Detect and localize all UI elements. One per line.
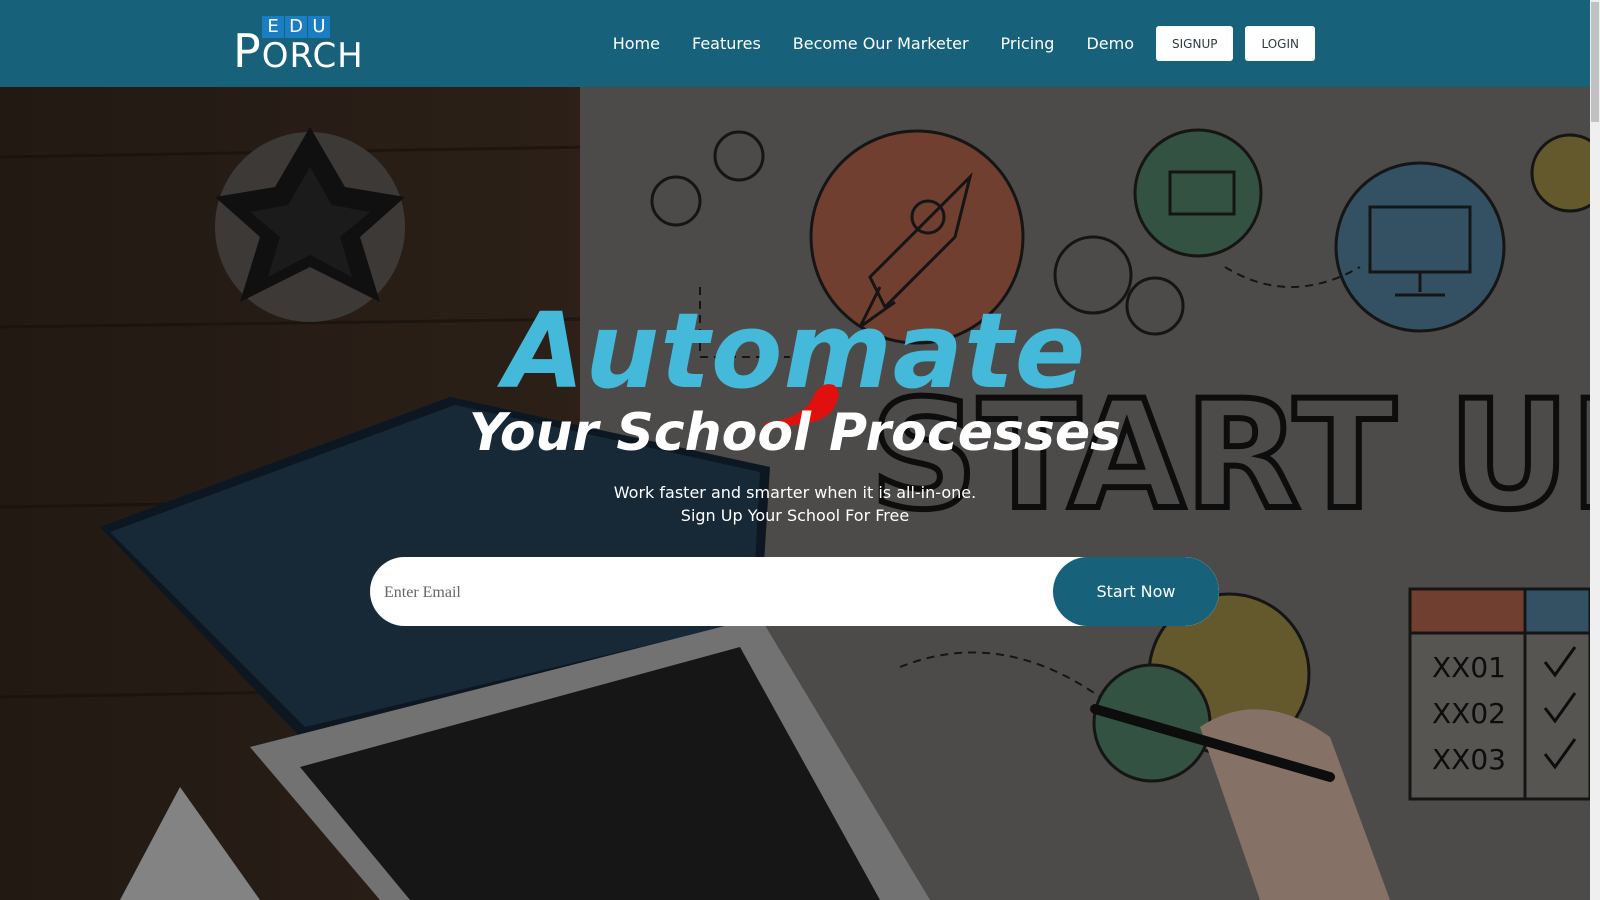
nav-pricing-link[interactable]: Pricing [1001,34,1055,53]
top-navigation-bar: E D U PORCH Home Features Become Our Mar… [0,0,1590,87]
edu-porch-logo[interactable]: E D U PORCH [233,16,363,78]
signup-button[interactable]: SIGNUP [1156,26,1234,61]
email-input[interactable] [382,557,1036,626]
hero-section: START UP XX01 XX02 XX03 [0,87,1590,900]
start-now-button[interactable]: Start Now [1053,557,1219,626]
scrollbar-thumb[interactable] [1591,2,1599,122]
logo-porch-text: PORCH [233,24,364,78]
nav-become-marketer-link[interactable]: Become Our Marketer [793,34,969,53]
hero-subtitle-line-2: Sign Up Your School For Free [680,506,910,525]
nav-home-link[interactable]: Home [613,34,660,53]
hero-subtitle-line-1: Work faster and smarter when it is all-i… [613,483,977,502]
nav-demo-link[interactable]: Demo [1086,34,1134,53]
page-scrollbar[interactable] [1590,0,1600,900]
hero-headline-sub: Your School Processes [468,403,1122,463]
nav-features-link[interactable]: Features [692,34,761,53]
main-nav: Home Features Become Our Marketer Pricin… [613,0,1315,87]
email-signup-form: Start Now [370,557,1219,626]
login-button[interactable]: LOGIN [1245,26,1315,61]
logo-porch-initial: P [233,24,262,78]
logo-porch-rest: ORCH [261,36,364,76]
